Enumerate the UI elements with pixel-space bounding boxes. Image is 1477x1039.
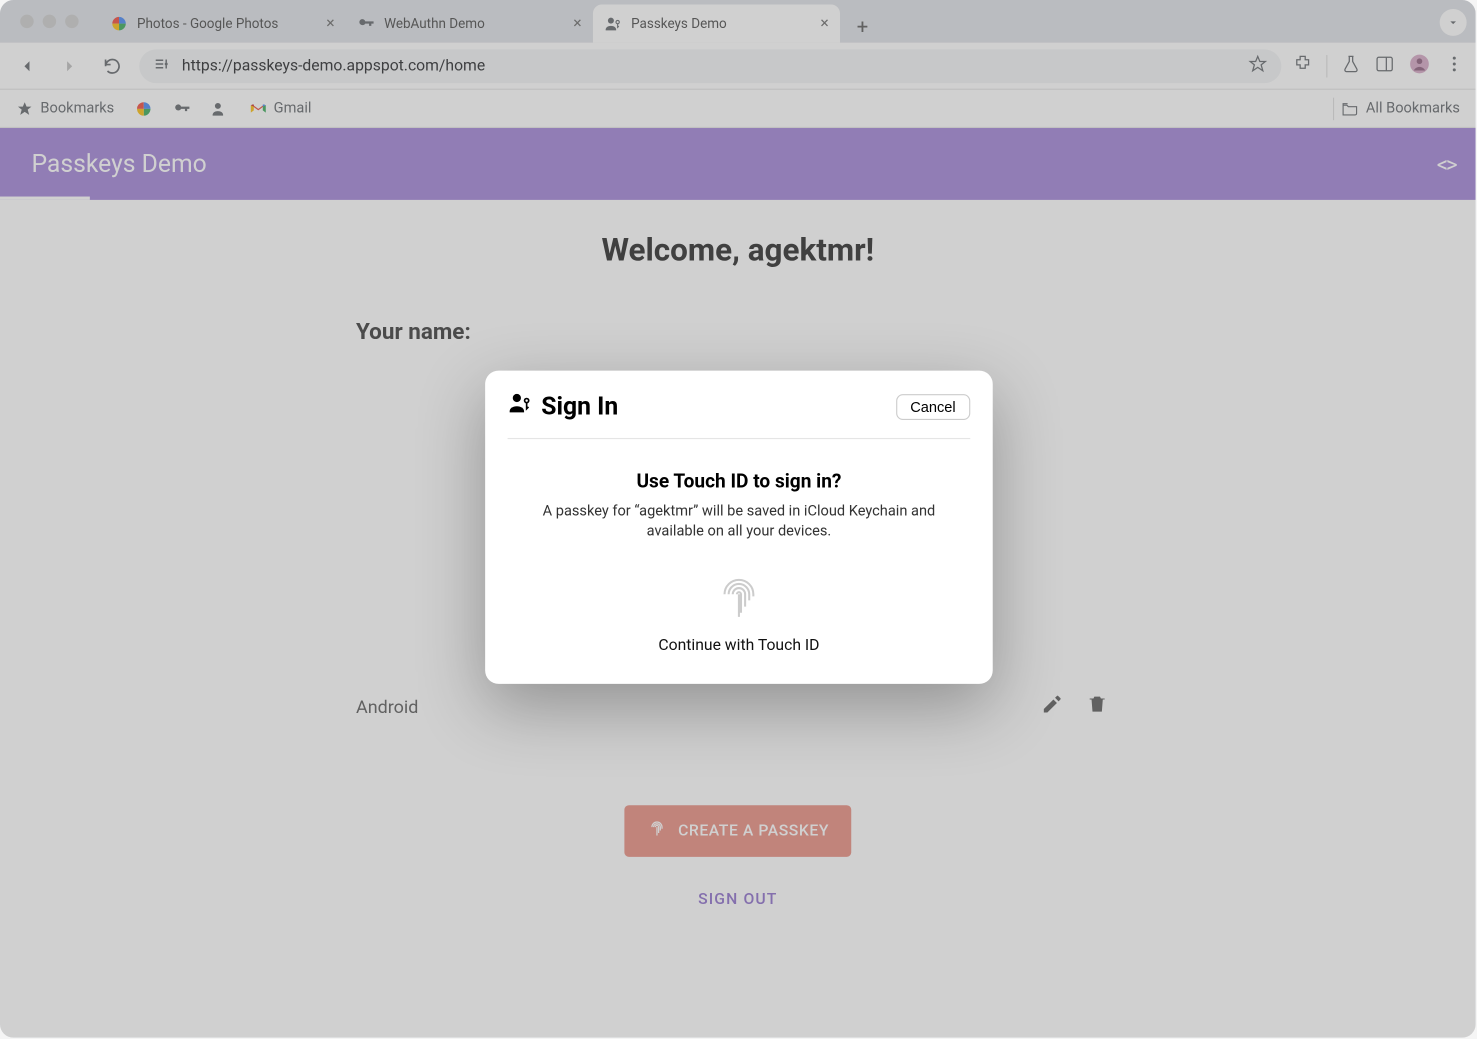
fingerprint-icon[interactable] bbox=[714, 572, 763, 621]
site-settings-icon[interactable] bbox=[153, 54, 171, 76]
modal-header: Sign In Cancel bbox=[508, 391, 971, 439]
star-icon[interactable] bbox=[1248, 53, 1268, 78]
modal-heading: Use Touch ID to sign in? bbox=[508, 471, 971, 493]
separator bbox=[1333, 97, 1334, 119]
cancel-button[interactable]: Cancel bbox=[896, 394, 971, 420]
bookmark-gmail[interactable]: Gmail bbox=[249, 99, 312, 117]
edit-button[interactable] bbox=[1030, 693, 1075, 720]
address-bar[interactable]: https://passkeys-demo.appspot.com/home bbox=[139, 49, 1281, 83]
close-icon[interactable]: × bbox=[820, 15, 828, 33]
passkey-icon bbox=[604, 15, 622, 33]
window-controls bbox=[11, 15, 92, 28]
all-bookmarks[interactable]: All Bookmarks bbox=[1333, 97, 1460, 119]
google-photos-icon bbox=[110, 15, 128, 33]
traffic-minimize[interactable] bbox=[43, 15, 56, 28]
toolbar: https://passkeys-demo.appspot.com/home bbox=[0, 43, 1476, 90]
profile-avatar[interactable] bbox=[1408, 52, 1430, 79]
browser-window: Photos - Google Photos × WebAuthn Demo ×… bbox=[0, 0, 1476, 1038]
close-icon[interactable]: × bbox=[326, 15, 334, 33]
bookmark-photos[interactable] bbox=[134, 99, 152, 117]
fingerprint-icon bbox=[647, 819, 667, 844]
welcome-heading: Welcome, agektmr! bbox=[345, 231, 1131, 268]
bookmark-passkey[interactable] bbox=[211, 99, 229, 117]
modal-title-text: Sign In bbox=[541, 392, 618, 420]
bookmark-key[interactable] bbox=[173, 99, 191, 117]
key-icon bbox=[357, 15, 375, 33]
create-passkey-button[interactable]: CREATE A PASSKEY bbox=[624, 805, 851, 857]
back-button[interactable] bbox=[11, 50, 42, 81]
your-name-label: Your name: bbox=[345, 318, 1131, 345]
continue-touchid-label: Continue with Touch ID bbox=[508, 637, 971, 655]
bookmarks-folder[interactable]: Bookmarks bbox=[16, 99, 114, 117]
tabs: Photos - Google Photos × WebAuthn Demo ×… bbox=[99, 0, 878, 43]
create-passkey-label: CREATE A PASSKEY bbox=[678, 822, 829, 840]
toolbar-right bbox=[1293, 52, 1465, 79]
tab-photos[interactable]: Photos - Google Photos × bbox=[99, 4, 346, 42]
code-toggle-icon[interactable]: <> bbox=[1437, 150, 1456, 177]
signin-modal: Sign In Cancel Use Touch ID to sign in? … bbox=[485, 371, 993, 685]
extensions-icon[interactable] bbox=[1293, 53, 1313, 78]
menu-icon[interactable] bbox=[1444, 53, 1464, 78]
delete-button[interactable] bbox=[1075, 693, 1120, 720]
close-icon[interactable]: × bbox=[573, 15, 581, 33]
side-panel-icon[interactable] bbox=[1375, 53, 1395, 78]
traffic-close[interactable] bbox=[20, 15, 33, 28]
tab-title: Passkeys Demo bbox=[631, 16, 727, 32]
new-tab-button[interactable]: + bbox=[847, 11, 878, 42]
modal-body: Use Touch ID to sign in? A passkey for “… bbox=[508, 439, 971, 655]
all-bookmarks-label: All Bookmarks bbox=[1366, 100, 1460, 117]
tab-indicator bbox=[0, 197, 90, 200]
modal-description: A passkey for “agektmr” will be saved in… bbox=[508, 502, 971, 543]
tab-webauthn[interactable]: WebAuthn Demo × bbox=[346, 4, 593, 42]
gmail-label: Gmail bbox=[274, 100, 312, 117]
tab-title: WebAuthn Demo bbox=[384, 16, 485, 32]
modal-title: Sign In bbox=[508, 391, 619, 422]
traffic-zoom[interactable] bbox=[65, 15, 78, 28]
url-text: https://passkeys-demo.appspot.com/home bbox=[182, 57, 1236, 75]
device-row: Android bbox=[345, 682, 1131, 731]
bookmarks-bar: Bookmarks Gmail All Bookmarks bbox=[0, 90, 1476, 128]
tab-passkeys[interactable]: Passkeys Demo × bbox=[593, 4, 840, 42]
forward-button[interactable] bbox=[54, 50, 85, 81]
tab-list-dropdown[interactable] bbox=[1440, 9, 1467, 36]
labs-icon[interactable] bbox=[1341, 53, 1361, 78]
separator bbox=[1326, 54, 1327, 76]
sign-out-button[interactable]: SIGN OUT bbox=[345, 891, 1131, 909]
app-title: Passkeys Demo bbox=[31, 150, 206, 178]
reload-button[interactable] bbox=[97, 50, 128, 81]
app-bar: Passkeys Demo <> bbox=[0, 128, 1476, 200]
tab-strip: Photos - Google Photos × WebAuthn Demo ×… bbox=[0, 0, 1476, 43]
tab-title: Photos - Google Photos bbox=[137, 16, 278, 32]
device-name: Android bbox=[356, 696, 1030, 717]
passkey-icon bbox=[508, 391, 533, 422]
bookmarks-label: Bookmarks bbox=[40, 100, 114, 117]
